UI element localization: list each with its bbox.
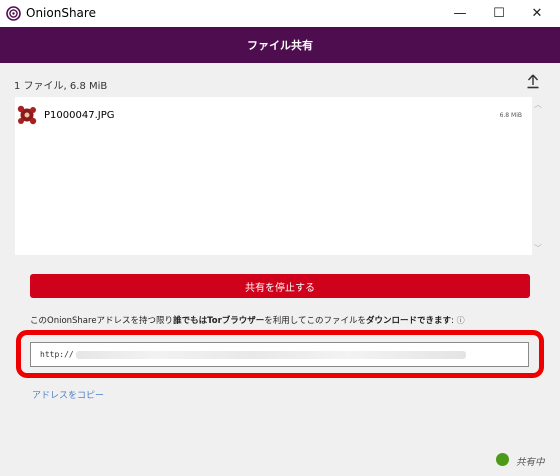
share-url-text: http:// — [40, 350, 74, 359]
stop-sharing-button[interactable]: 共有を停止する — [30, 274, 530, 298]
blurred-url — [76, 351, 466, 359]
list-item[interactable]: P1000047.JPG 6.8 MiB — [15, 97, 532, 133]
scroll-up-icon[interactable]: ︿ — [534, 99, 542, 110]
mode-title: ファイル共有 — [247, 39, 313, 52]
onionshare-logo-icon — [6, 6, 21, 21]
window-title: OnionShare — [26, 6, 96, 20]
mode-header: ファイル共有 — [0, 27, 560, 63]
scroll-down-icon[interactable]: ﹀ — [534, 243, 542, 254]
file-list-scrollbar[interactable]: ︿ ﹀ — [533, 97, 545, 255]
copy-address-link[interactable]: アドレスをコピー — [32, 388, 104, 401]
onionshare-window: OnionShare — ☐ ✕ ファイル共有 1 ファイル, 6.8 MiB … — [0, 0, 560, 476]
title-bar: OnionShare — ☐ ✕ — [0, 0, 560, 27]
share-info-text: このOnionShareアドレスを持つ限り誰でもはTorブラウザーを利用してこの… — [30, 316, 465, 326]
file-list[interactable]: P1000047.JPG 6.8 MiB — [15, 97, 532, 255]
info-icon[interactable]: ⓘ — [457, 316, 465, 325]
file-summary: 1 ファイル, 6.8 MiB — [14, 81, 108, 92]
file-name: P1000047.JPG — [44, 110, 115, 121]
status-indicator-icon — [496, 453, 509, 466]
image-file-icon — [17, 105, 37, 125]
close-button[interactable]: ✕ — [514, 0, 560, 27]
status-text: 共有中 — [516, 457, 545, 468]
upload-icon[interactable] — [526, 73, 540, 89]
file-size: 6.8 MiB — [499, 112, 522, 119]
share-url-field[interactable]: http:// — [30, 342, 529, 367]
